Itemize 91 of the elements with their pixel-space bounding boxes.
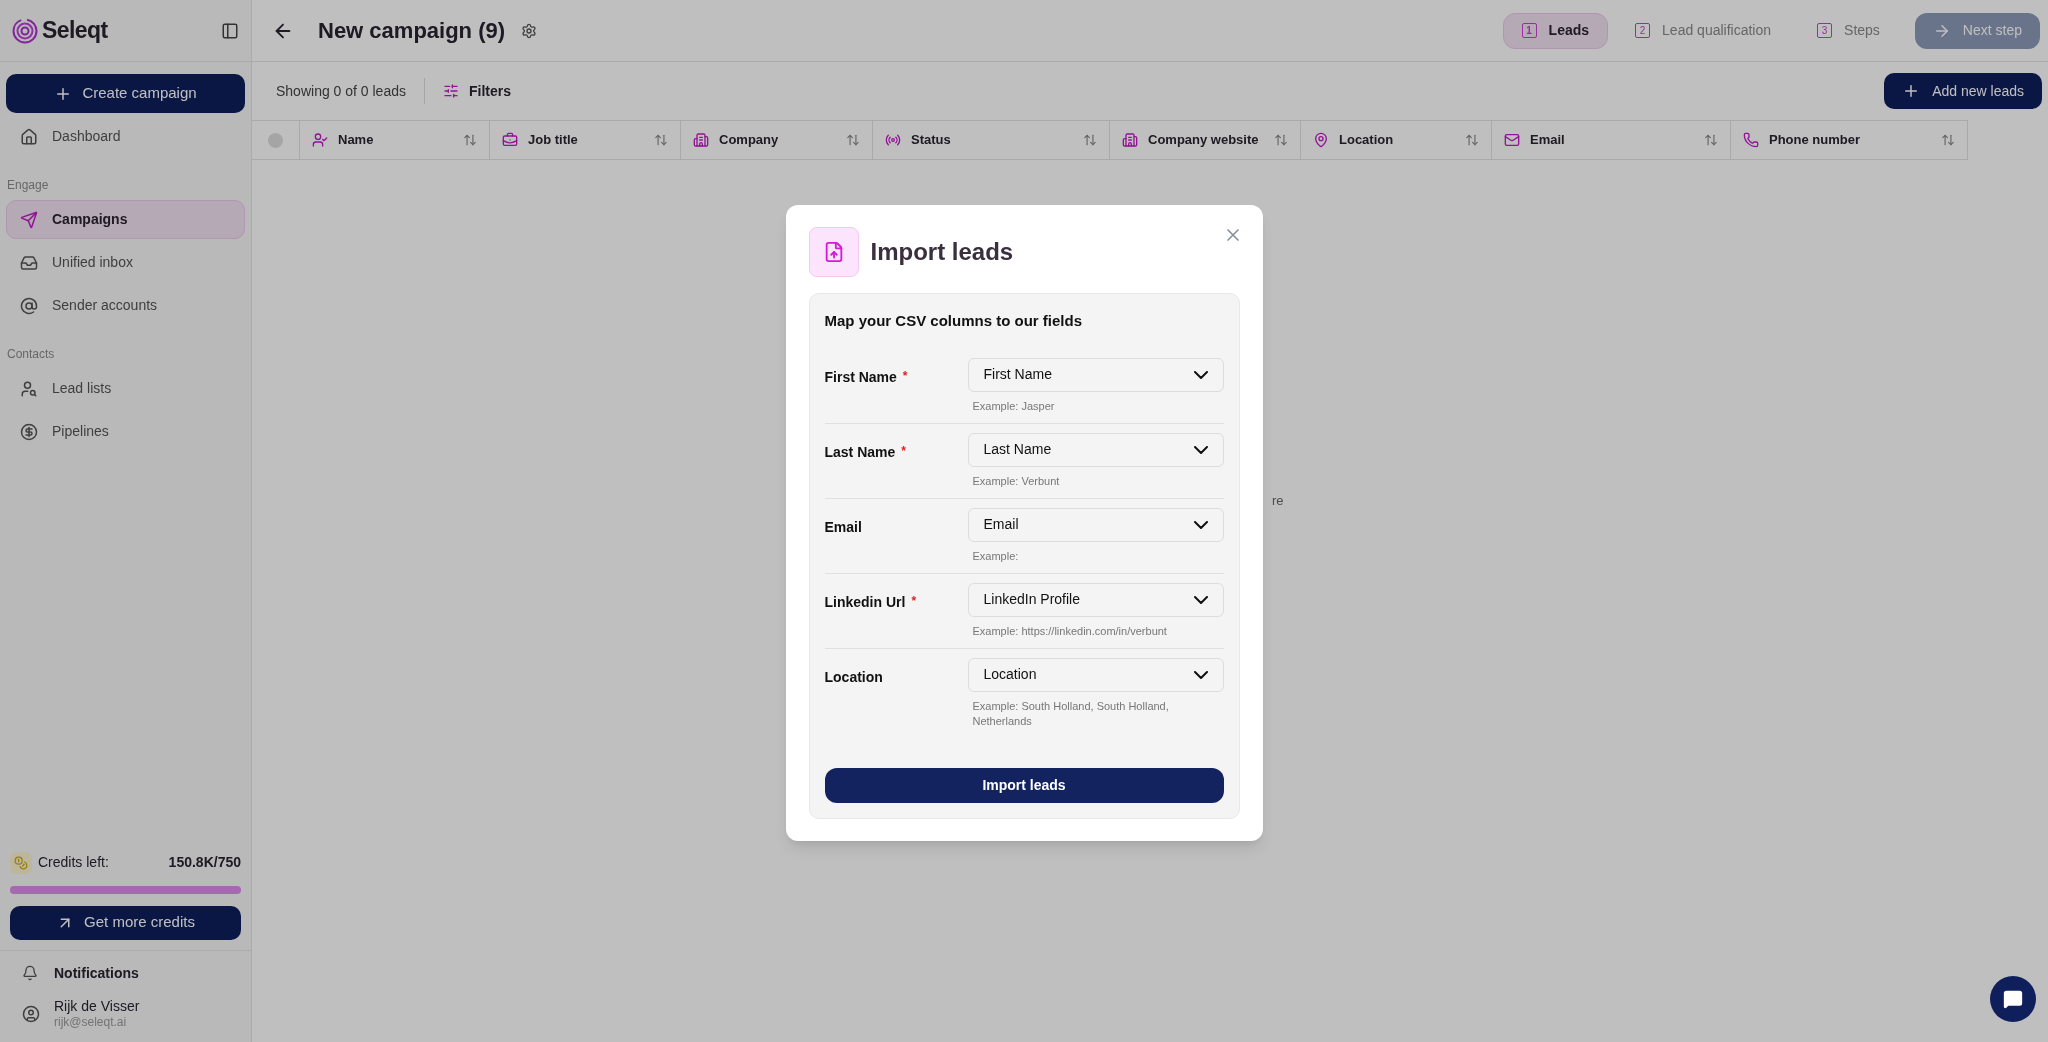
import-leads-button[interactable]: Import leads bbox=[824, 767, 1224, 803]
sidebar-toggle-icon[interactable] bbox=[221, 21, 239, 40]
at-sign-icon bbox=[20, 296, 38, 315]
page-title: New campaign (9) bbox=[318, 17, 506, 45]
sort-icon[interactable] bbox=[463, 133, 477, 147]
user-name: Rijk de Visser bbox=[54, 997, 140, 1015]
dialog-title: Import leads bbox=[870, 237, 1014, 267]
logo-text: Seleqt bbox=[42, 16, 108, 46]
chevron-down-icon bbox=[1193, 445, 1208, 454]
nav-item[interactable]: Sender accounts bbox=[6, 286, 245, 325]
sort-icon[interactable] bbox=[1704, 133, 1718, 147]
column-header[interactable]: Name bbox=[300, 121, 490, 159]
file-upload-icon bbox=[808, 227, 859, 277]
mail-icon bbox=[1504, 132, 1520, 148]
user-email: rijk@seleqt.ai bbox=[54, 1015, 128, 1030]
column-select[interactable]: First Name bbox=[967, 357, 1224, 392]
chat-icon bbox=[2003, 989, 2023, 1009]
chat-button[interactable] bbox=[1990, 976, 2036, 1022]
add-leads-button[interactable]: Add new leads bbox=[1884, 73, 2042, 109]
nav-item[interactable]: Lead lists bbox=[6, 369, 245, 408]
column-header[interactable]: Company website bbox=[1110, 121, 1301, 159]
dollar-icon bbox=[20, 422, 38, 441]
user-check-icon bbox=[312, 132, 328, 148]
briefcase-icon bbox=[502, 132, 518, 148]
step-number: 1 bbox=[1521, 23, 1537, 38]
field-example: Example: Verbunt bbox=[971, 473, 1061, 489]
user-avatar-icon bbox=[22, 1004, 40, 1023]
chevron-down-icon bbox=[1193, 670, 1208, 679]
step-tab[interactable]: 2 Lead qualification bbox=[1616, 12, 1791, 49]
field-example: Example: bbox=[971, 548, 1020, 564]
field-label: Location bbox=[824, 667, 883, 687]
user-search-icon bbox=[20, 379, 38, 398]
lead-count: Showing 0 of 0 leads bbox=[276, 81, 406, 101]
step-tab[interactable]: 1 Leads bbox=[1502, 12, 1609, 49]
step-number: 2 bbox=[1635, 23, 1651, 38]
nav-section-heading: Engage bbox=[6, 177, 50, 194]
inbox-icon bbox=[20, 253, 38, 272]
sort-icon[interactable] bbox=[1274, 133, 1288, 147]
field-example: Example: South Holland, South Holland, Netherlands bbox=[971, 698, 1170, 729]
chevron-down-icon bbox=[1193, 520, 1208, 529]
nav-section-heading: Contacts bbox=[6, 346, 56, 363]
column-select[interactable]: Email bbox=[967, 507, 1224, 542]
settings-icon[interactable] bbox=[521, 22, 538, 39]
field-example: Example: Jasper bbox=[971, 398, 1056, 414]
credits-value: 150.8K/750 bbox=[168, 853, 241, 872]
column-header[interactable]: Phone number bbox=[1731, 121, 1968, 159]
filter-sliders-icon bbox=[443, 83, 459, 99]
step-tab[interactable]: 3 Steps bbox=[1798, 12, 1899, 49]
chevron-down-icon bbox=[1193, 370, 1208, 379]
sort-icon[interactable] bbox=[1941, 133, 1955, 147]
coins-icon bbox=[10, 851, 32, 874]
get-credits-button[interactable]: Get more credits bbox=[10, 905, 241, 940]
column-select[interactable]: Last Name bbox=[967, 432, 1224, 467]
notifications-item[interactable]: Notifications bbox=[22, 962, 229, 984]
field-label: First Name * bbox=[824, 367, 908, 387]
column-header[interactable]: Status bbox=[873, 121, 1110, 159]
sort-icon[interactable] bbox=[1083, 133, 1097, 147]
phone-icon bbox=[1743, 132, 1759, 148]
column-header[interactable]: Job title bbox=[490, 121, 681, 159]
column-header[interactable]: Location bbox=[1301, 121, 1492, 159]
sort-icon[interactable] bbox=[654, 133, 668, 147]
select-all-checkbox[interactable] bbox=[268, 132, 283, 148]
signal-icon bbox=[885, 132, 901, 148]
step-number: 3 bbox=[1817, 23, 1833, 38]
home-icon bbox=[20, 127, 38, 146]
nav-item[interactable]: Unified inbox bbox=[6, 243, 245, 282]
logo-icon bbox=[12, 17, 38, 44]
field-example: Example: https://linkedin.com/in/verbunt bbox=[971, 623, 1168, 639]
building-icon bbox=[693, 132, 709, 148]
building-icon bbox=[1122, 132, 1138, 148]
nav-item[interactable]: Pipelines bbox=[6, 412, 245, 451]
credits-label: Credits left: bbox=[38, 853, 109, 872]
sort-icon[interactable] bbox=[1465, 133, 1479, 147]
field-label: Last Name * bbox=[824, 442, 906, 462]
map-pin-icon bbox=[1313, 132, 1329, 148]
nav-item[interactable]: Campaigns bbox=[6, 200, 245, 239]
field-label: Email bbox=[824, 517, 862, 537]
chevron-down-icon bbox=[1193, 595, 1208, 604]
column-header[interactable]: Company bbox=[681, 121, 873, 159]
bell-icon bbox=[22, 965, 38, 981]
column-header[interactable]: Email bbox=[1492, 121, 1731, 159]
nav-item[interactable]: Dashboard bbox=[6, 117, 245, 156]
column-select[interactable]: Location bbox=[967, 657, 1224, 692]
send-icon bbox=[20, 210, 38, 229]
column-select[interactable]: LinkedIn Profile bbox=[967, 582, 1224, 617]
sort-icon[interactable] bbox=[846, 133, 860, 147]
field-label: Linkedin Url * bbox=[824, 592, 917, 612]
empty-state-text: re bbox=[1272, 493, 1284, 508]
create-campaign-button[interactable]: Create campaign bbox=[6, 74, 245, 113]
mapping-heading: Map your CSV columns to our fields bbox=[824, 311, 1083, 331]
filters-button[interactable]: Filters bbox=[443, 80, 511, 102]
